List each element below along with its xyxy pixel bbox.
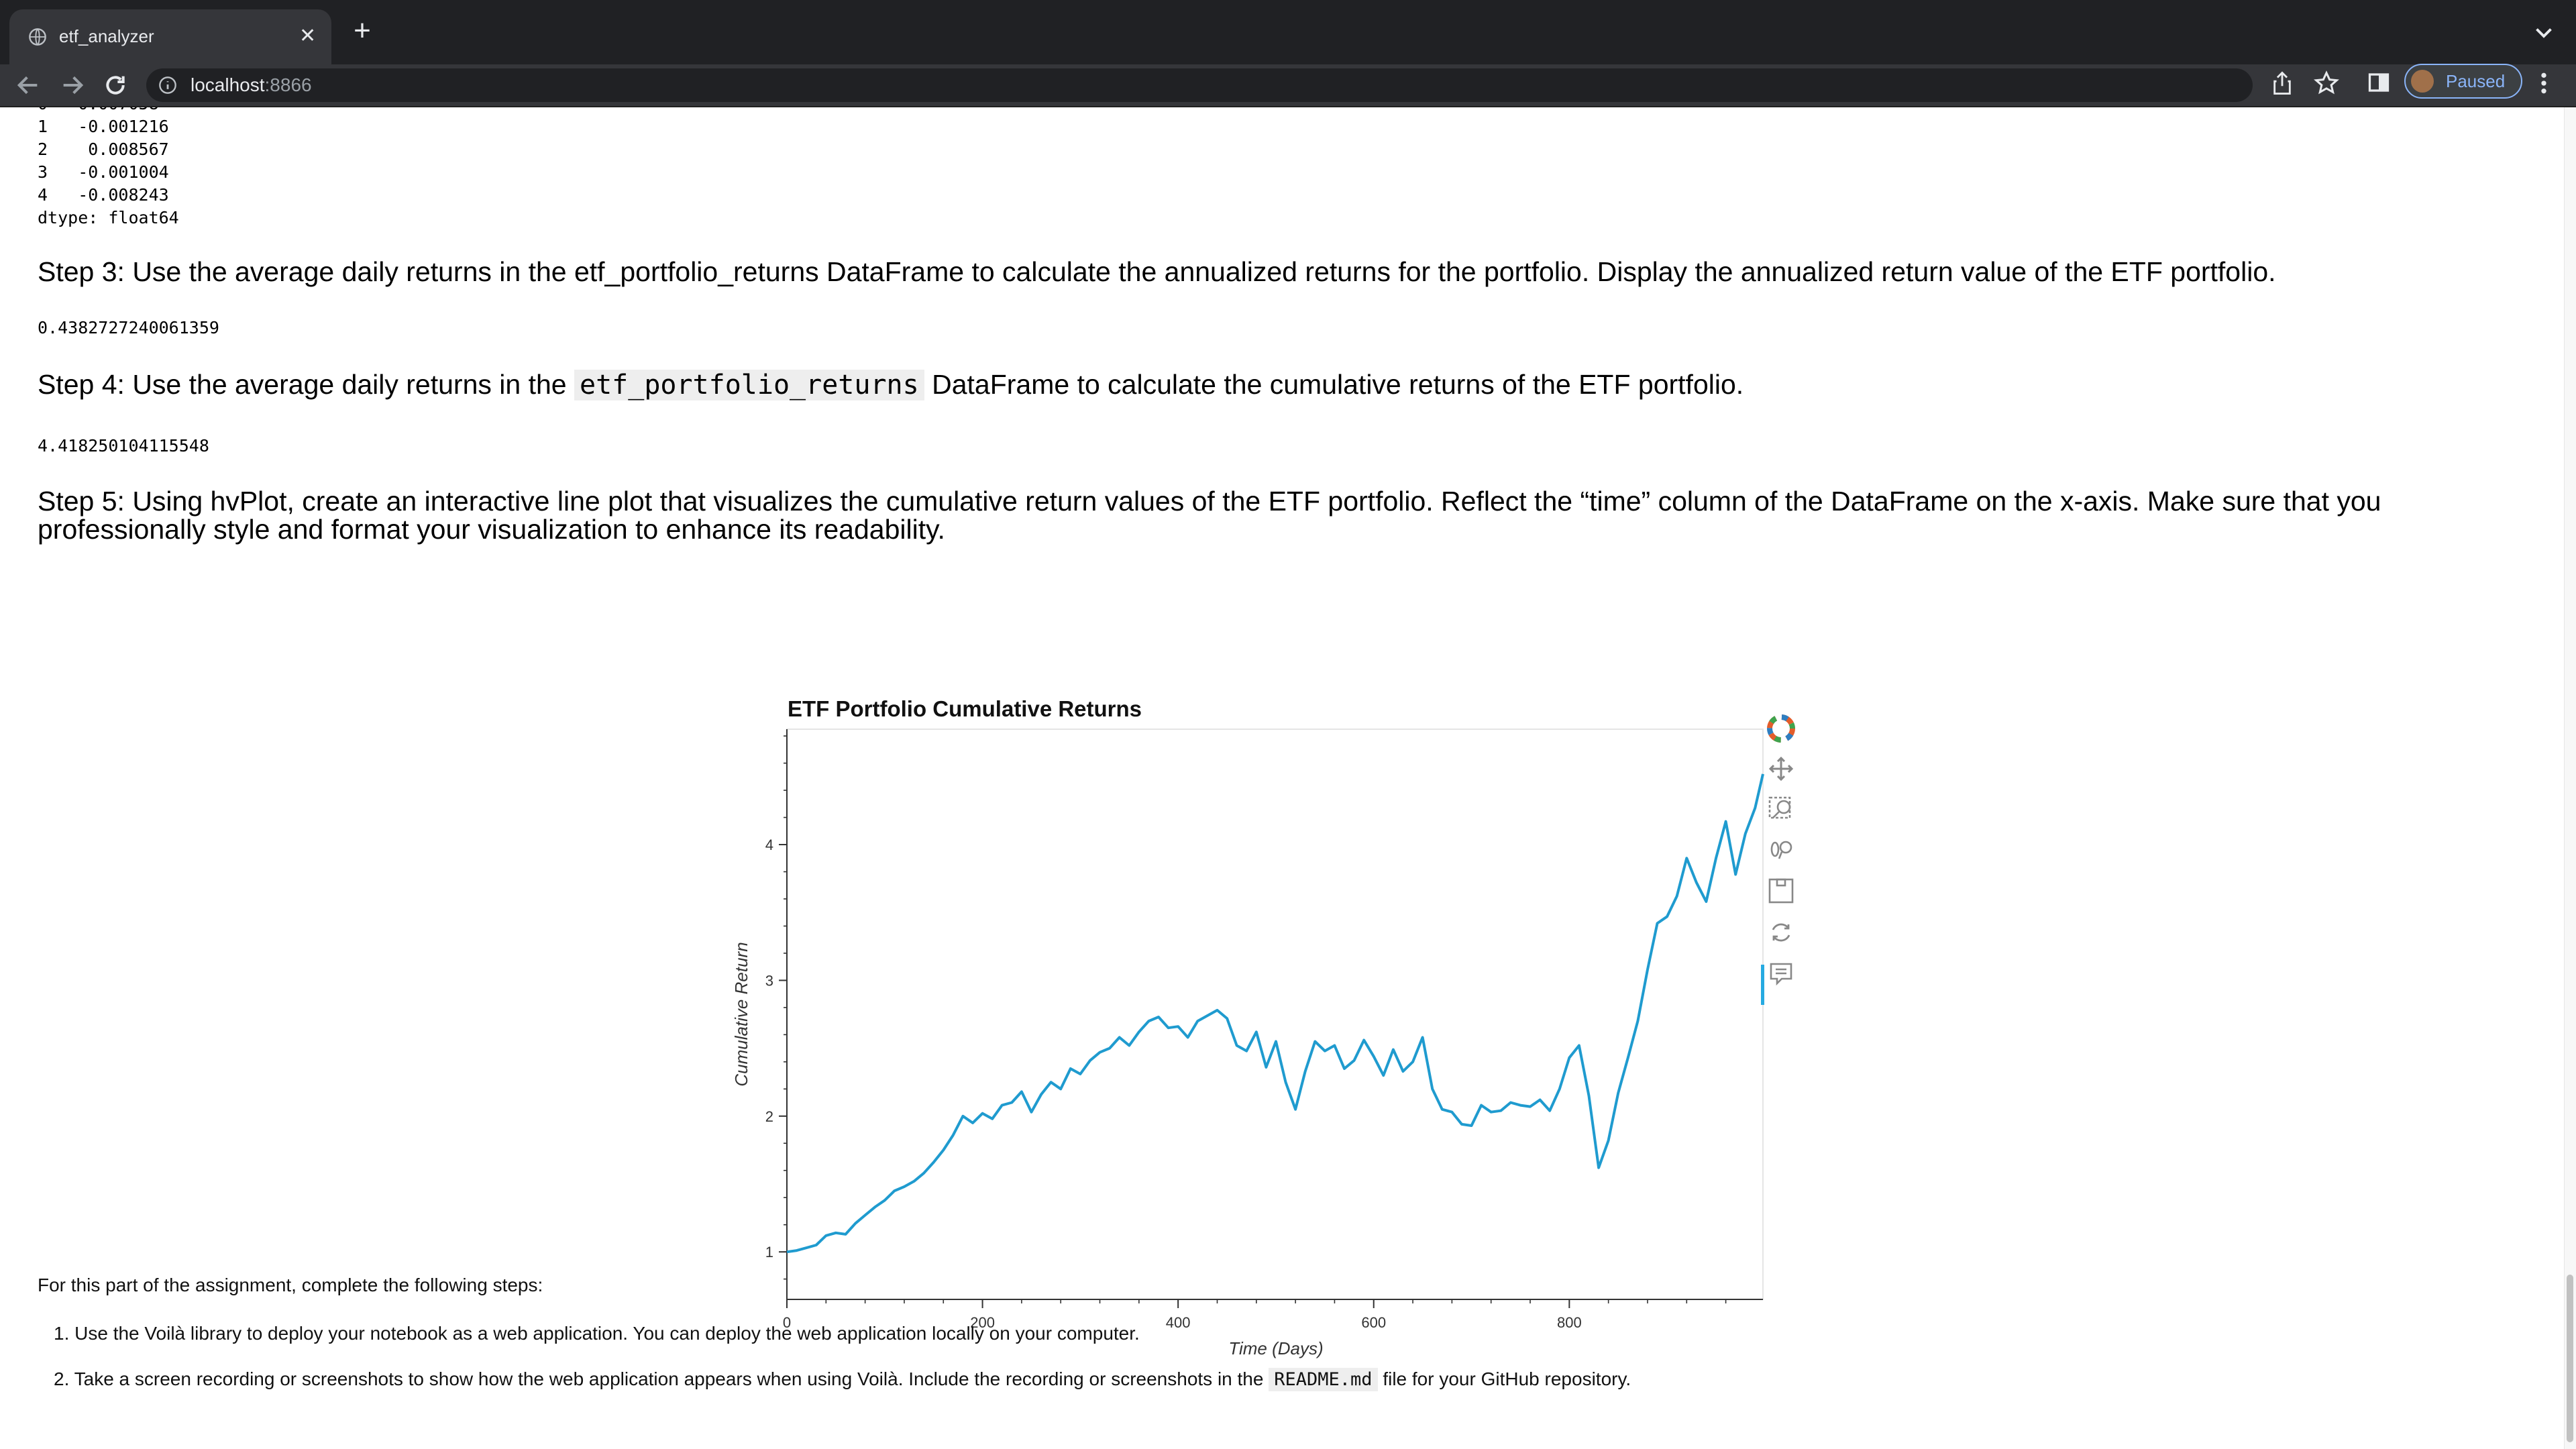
x-tick-label: 800 xyxy=(1557,1314,1582,1331)
chart-title: ETF Portfolio Cumulative Returns xyxy=(788,696,1142,721)
readme-code: README.md xyxy=(1269,1368,1378,1391)
instructions-intro: For this part of the assignment, complet… xyxy=(38,1275,543,1295)
series-dtype: dtype: float64 xyxy=(38,208,179,227)
back-icon[interactable] xyxy=(15,72,42,99)
step4-heading-text: DataFrame to calculate the cumulative re… xyxy=(932,369,1744,400)
bookmark-star-icon[interactable] xyxy=(2313,70,2340,97)
profile-button[interactable]: Paused xyxy=(2404,64,2522,99)
plot-area[interactable] xyxy=(786,729,1764,1300)
scrollbar-thumb[interactable] xyxy=(2567,1275,2573,1442)
series-output-row: 3 -0.001004 xyxy=(38,162,169,182)
hover-icon[interactable] xyxy=(1770,963,1792,986)
y-axis: 1 2 3 4 xyxy=(765,729,788,1299)
y-tick-label: 1 xyxy=(765,1244,773,1260)
instruction-item-2-text: file for your GitHub repository. xyxy=(1383,1368,1631,1389)
x-axis-label: Time (Days) xyxy=(1228,1338,1323,1358)
step4-heading-text: Step 4: Use the average daily returns in… xyxy=(38,369,567,400)
chart-toolbar xyxy=(1761,714,1795,1005)
active-tool-indicator xyxy=(1761,965,1764,1005)
profile-status: Paused xyxy=(2446,71,2506,91)
step4-heading: Step 4: Use the average daily returns in… xyxy=(38,369,2479,400)
side-panel-icon[interactable] xyxy=(2367,70,2391,95)
address-bar[interactable]: localhost:8866 xyxy=(146,68,2253,102)
step5-heading: Step 5: Using hvPlot, create an interact… xyxy=(38,486,2381,545)
x-tick-label: 600 xyxy=(1361,1314,1386,1331)
save-icon[interactable] xyxy=(1768,878,1794,904)
avatar xyxy=(2411,70,2434,93)
scrollbar-track[interactable] xyxy=(2564,107,2576,1449)
y-tick-label: 2 xyxy=(765,1108,773,1125)
step3-result: 0.4382727240061359 xyxy=(38,318,219,337)
wheel-zoom-icon[interactable] xyxy=(1770,841,1792,859)
step4-result: 4.418250104115548 xyxy=(38,436,209,455)
share-icon[interactable] xyxy=(2271,70,2294,97)
browser-tab[interactable]: etf_analyzer ✕ xyxy=(9,9,331,64)
kebab-menu-icon[interactable] xyxy=(2537,70,2551,97)
x-tick-label: 400 xyxy=(1166,1314,1191,1331)
tab-title: etf_analyzer xyxy=(59,26,154,46)
tab-strip: etf_analyzer ✕ + xyxy=(0,0,2576,64)
step4-heading-code: etf_portfolio_returns xyxy=(574,370,924,400)
browser-toolbar: localhost:8866 xyxy=(0,64,2576,107)
series-output-row: 0 0.007058 xyxy=(38,107,159,113)
y-axis-label: Cumulative Return xyxy=(731,942,751,1086)
notebook-page: 0 0.007058 1 -0.001216 2 0.008567 3 -0.0… xyxy=(0,107,2564,1449)
bokeh-logo-icon[interactable] xyxy=(1767,714,1795,743)
reload-icon[interactable] xyxy=(102,72,129,99)
new-tab-icon[interactable]: + xyxy=(350,16,374,46)
url-text[interactable]: localhost:8866 xyxy=(191,73,312,97)
chevron-down-icon[interactable] xyxy=(2532,20,2556,44)
reset-icon[interactable] xyxy=(1772,923,1790,942)
series-output-row: 4 -0.008243 xyxy=(38,185,169,205)
instruction-item-1: 1. Use the Voilà library to deploy your … xyxy=(54,1323,1140,1344)
site-info-icon[interactable] xyxy=(158,76,177,95)
globe-icon xyxy=(29,28,46,46)
pan-icon[interactable] xyxy=(1768,756,1794,782)
y-tick-label: 3 xyxy=(765,972,773,989)
instruction-item-2-text: 2. Take a screen recording or screenshot… xyxy=(54,1368,1264,1389)
cumulative-returns-chart[interactable]: ETF Portfolio Cumulative Returns 1234 02… xyxy=(724,577,1825,1368)
series-output-row: 1 -0.001216 xyxy=(38,117,169,136)
series-output-row: 2 0.008567 xyxy=(38,140,169,159)
box-zoom-icon[interactable] xyxy=(1768,796,1791,819)
y-tick-label: 4 xyxy=(765,837,773,853)
instruction-item-2: 2. Take a screen recording or screenshot… xyxy=(54,1368,1631,1391)
forward-icon[interactable] xyxy=(59,72,86,99)
step3-heading: Step 3: Use the average daily returns in… xyxy=(38,256,2276,287)
url-port: :8866 xyxy=(264,74,312,95)
url-host: localhost xyxy=(191,74,265,95)
close-tab-icon[interactable]: ✕ xyxy=(299,24,316,48)
